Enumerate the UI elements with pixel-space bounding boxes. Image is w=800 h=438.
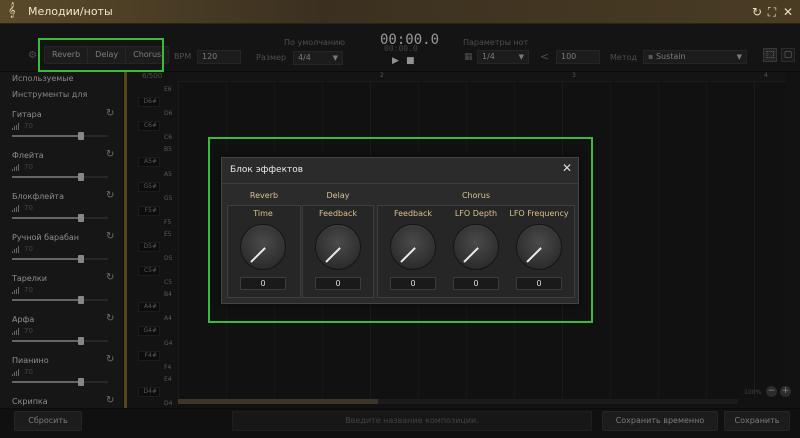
time-value[interactable]: 0	[240, 277, 286, 290]
window-title: Мелодии/ноты	[28, 5, 113, 18]
time-knob[interactable]	[240, 224, 286, 270]
knob-pointer	[463, 247, 479, 263]
treble-clef-icon: 𝄞	[8, 3, 16, 18]
knob-pointer	[400, 247, 416, 263]
knob-label-chorus-feedback: Feedback	[393, 209, 433, 218]
knob-pointer	[250, 247, 266, 263]
knob-pointer	[325, 247, 341, 263]
close-icon[interactable]: ✕	[780, 4, 796, 20]
fullscreen-icon[interactable]: ⛶	[764, 4, 780, 20]
knob-label-time: Time	[253, 209, 273, 218]
delay-feedback-knob[interactable]	[315, 224, 361, 270]
knob-pointer	[526, 247, 542, 263]
title-bar: 𝄞 Мелодии/ноты ↻ ⛶ ✕	[0, 0, 800, 24]
chorus-feedback-knob[interactable]	[390, 224, 436, 270]
close-icon[interactable]: ✕	[562, 161, 572, 175]
group-title-chorus: Chorus	[461, 191, 491, 200]
effects-dialog: Блок эффектов ✕ Reverb Delay Chorus Time…	[221, 157, 579, 304]
delay-feedback-value[interactable]: 0	[315, 277, 361, 290]
chorus-feedback-value[interactable]: 0	[390, 277, 436, 290]
lfo-frequency-value[interactable]: 0	[516, 277, 562, 290]
lfo-depth-knob[interactable]	[453, 224, 499, 270]
dialog-title: Блок эффектов	[230, 165, 304, 175]
divider	[222, 183, 578, 184]
group-title-reverb: Reverb	[249, 191, 279, 200]
knob-label-lfo-frequency: LFO Frequency	[509, 209, 569, 218]
lfo-depth-value[interactable]: 0	[453, 277, 499, 290]
refresh-icon[interactable]: ↻	[749, 4, 765, 20]
knob-label-lfo-depth: LFO Depth	[454, 209, 498, 218]
group-title-delay: Delay	[326, 191, 350, 200]
lfo-frequency-knob[interactable]	[516, 224, 562, 270]
knob-label-delay-feedback: Feedback	[318, 209, 358, 218]
